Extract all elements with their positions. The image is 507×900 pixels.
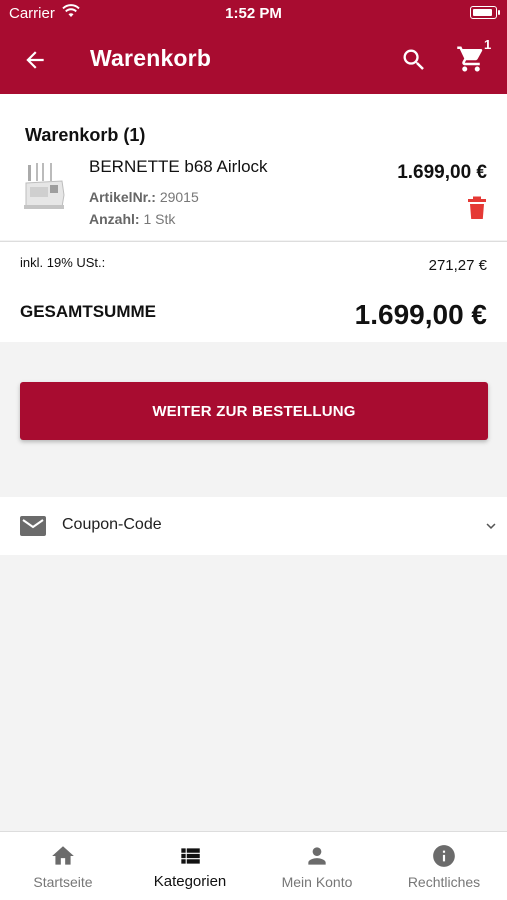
info-icon	[433, 845, 455, 867]
vat-label: inkl. 19% USt.:	[20, 255, 106, 270]
delete-icon[interactable]	[466, 196, 488, 220]
battery-icon	[470, 6, 500, 19]
article-number-label: ArtikelNr.:	[89, 189, 156, 205]
tab-rechtliches[interactable]: Rechtliches	[381, 832, 507, 900]
person-icon	[308, 847, 326, 865]
bottom-tab-bar: Startseite Kategorien Mein Konto Rechtli…	[0, 831, 507, 900]
app-header: Carrier 1:52 PM Warenkorb 1	[0, 0, 507, 94]
quantity: Anzahl: 1 Stk	[89, 211, 175, 227]
totals-section: inkl. 19% USt.: 271,27 € GESAMTSUMME 1.6…	[0, 241, 507, 342]
back-arrow-icon[interactable]	[22, 47, 48, 73]
article-number-value: 29015	[159, 189, 199, 205]
tab-label: Startseite	[33, 874, 93, 890]
product-price: 1.699,00 €	[397, 162, 487, 183]
tab-label: Mein Konto	[281, 874, 353, 890]
list-icon	[181, 848, 200, 864]
total-label: GESAMTSUMME	[20, 302, 156, 321]
coupon-label: Coupon-Code	[62, 516, 162, 533]
search-icon[interactable]	[400, 46, 428, 74]
tab-label: Rechtliches	[407, 874, 481, 890]
tab-startseite[interactable]: Startseite	[0, 832, 126, 900]
status-bar: Carrier 1:52 PM	[0, 0, 507, 26]
continue-order-button[interactable]: WEITER ZUR BESTELLUNG	[20, 382, 488, 440]
vat-value: 271,27 €	[428, 257, 487, 274]
tab-label: Kategorien	[153, 873, 227, 890]
continue-order-label: WEITER ZUR BESTELLUNG	[152, 402, 356, 420]
cart-heading: Warenkorb (1)	[25, 125, 146, 145]
article-number: ArtikelNr.: 29015	[89, 189, 199, 205]
chevron-down-icon[interactable]	[482, 517, 500, 535]
cart-section: Warenkorb (1) BERNETTE b68 Airlock 1.699…	[0, 94, 507, 240]
tab-kategorien[interactable]: Kategorien	[127, 832, 253, 900]
total-value: 1.699,00 €	[354, 299, 487, 330]
mail-icon	[20, 516, 46, 536]
quantity-value: 1 Stk	[143, 211, 176, 227]
product-image[interactable]	[22, 161, 68, 217]
coupon-accordion[interactable]: Coupon-Code	[0, 497, 507, 555]
product-name[interactable]: BERNETTE b68 Airlock	[89, 157, 268, 177]
tab-mein-konto[interactable]: Mein Konto	[254, 832, 380, 900]
home-icon	[52, 846, 74, 865]
page-title: Warenkorb	[90, 45, 212, 71]
cart-icon[interactable]	[456, 44, 486, 74]
status-time: 1:52 PM	[225, 5, 282, 22]
cart-count-badge: 1	[484, 37, 492, 52]
quantity-label: Anzahl:	[89, 211, 140, 227]
